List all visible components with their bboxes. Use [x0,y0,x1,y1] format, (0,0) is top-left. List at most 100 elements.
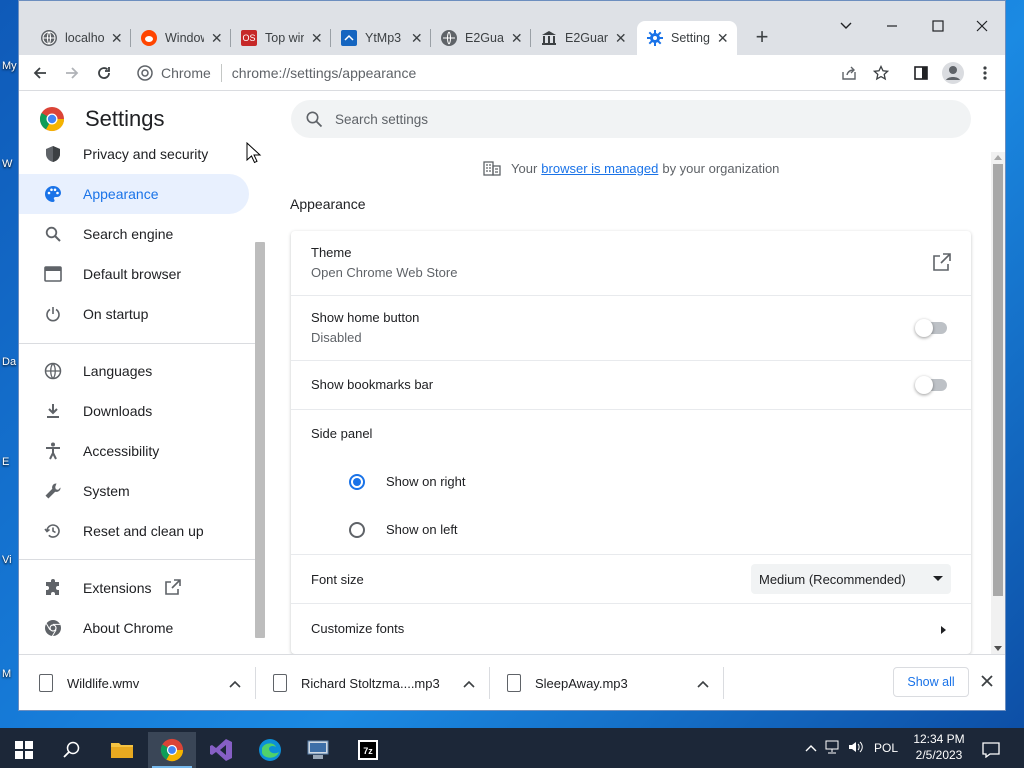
desktop-icon-label[interactable]: Da [2,356,16,368]
sidebar-item-search-engine[interactable]: Search engine [19,214,249,254]
radio-show-on-left[interactable] [349,522,365,538]
reload-button[interactable] [90,59,118,87]
settings-header: Settings [39,106,165,132]
tab-windows[interactable]: Windows ✕ [131,21,231,55]
edge-icon [259,739,281,761]
desktop-icon-label[interactable]: M [2,668,11,680]
chevron-up-icon[interactable] [459,676,479,691]
tab-localhost[interactable]: localhost ✕ [31,21,131,55]
sidebar-item-appearance[interactable]: Appearance [19,174,249,214]
customize-fonts-row[interactable]: Customize fonts [291,603,971,654]
menu-button[interactable] [971,59,999,87]
sidebar-item-privacy[interactable]: Privacy and security [19,134,249,174]
close-downloads-button[interactable] [977,671,997,691]
desktop-icon-label[interactable]: W [2,158,12,170]
bookmark-star-button[interactable] [867,59,895,87]
tab-top-win[interactable]: OS Top win ✕ [231,21,331,55]
sidebar-scrollbar[interactable] [255,242,265,638]
show-all-downloads-button[interactable]: Show all [893,667,969,697]
close-window-button[interactable] [959,11,1005,41]
sidebar-item-languages[interactable]: Languages [19,351,249,391]
star-icon [873,65,889,81]
gear-icon [647,30,663,46]
taskbar-search-button[interactable] [48,732,96,768]
sidebar-item-reset[interactable]: Reset and clean up [19,511,249,551]
close-icon[interactable]: ✕ [716,30,729,47]
side-panel-button[interactable] [907,59,935,87]
taskbar-7zip[interactable]: 7z [344,732,392,768]
chevron-up-icon[interactable] [802,741,820,755]
minimize-button[interactable] [869,11,915,41]
radio-label[interactable]: Show on right [386,474,466,489]
download-filename: Richard Stoltzma....mp3 [301,675,440,691]
tab-settings[interactable]: Settings ✕ [637,21,737,55]
back-button[interactable] [26,59,54,87]
radio-show-on-right[interactable] [349,474,365,490]
search-input[interactable] [335,111,935,127]
open-in-new-icon[interactable] [933,253,951,274]
radio-label[interactable]: Show on left [386,522,458,537]
url-text[interactable]: chrome://settings/appearance [232,65,416,81]
address-bar[interactable]: Chrome chrome://settings/appearance [129,58,939,88]
scroll-down-icon[interactable] [994,646,1002,651]
tab-e2guardian-1[interactable]: E2Guardian ✕ [431,21,531,55]
language-indicator[interactable]: POL [874,741,898,755]
network-icon[interactable] [820,740,844,757]
start-button[interactable] [0,732,48,768]
tab-e2guardian-2[interactable]: E2Guardian ✕ [531,21,635,55]
home-button-toggle[interactable] [915,319,947,337]
history-icon [43,521,63,541]
desktop-icon-label[interactable]: My [2,60,17,72]
taskbar-chrome[interactable] [148,732,196,768]
close-icon[interactable]: ✕ [614,30,627,47]
tab-search-button[interactable] [823,11,869,41]
desktop-icon-label[interactable]: E [2,456,9,468]
scroll-up-icon[interactable] [994,155,1002,160]
volume-icon[interactable] [844,740,868,757]
accessibility-icon [43,441,63,461]
new-tab-button[interactable]: + [750,25,774,49]
close-icon[interactable]: ✕ [510,30,523,47]
managed-link[interactable]: browser is managed [541,161,658,176]
sidebar-item-about[interactable]: About Chrome [19,608,249,648]
close-icon[interactable]: ✕ [110,30,123,47]
taskbar-edge[interactable] [246,732,294,768]
sidebar-item-accessibility[interactable]: Accessibility [19,431,249,471]
clock[interactable]: 12:34 PM 2/5/2023 [906,731,972,763]
forward-button[interactable] [58,59,86,87]
close-icon[interactable]: ✕ [410,30,423,47]
minimize-icon [887,25,897,27]
open-in-new-icon [165,578,182,598]
sidebar-item-downloads[interactable]: Downloads [19,391,249,431]
taskbar-network-app[interactable] [294,732,342,768]
theme-row[interactable]: Theme Open Chrome Web Store [291,231,971,295]
sidebar-item-system[interactable]: System [19,471,249,511]
chrome-window: localhost ✕ Windows ✕ OS Top win ✕ YtMp3… [18,0,1006,711]
chevron-up-icon[interactable] [225,676,245,691]
maximize-button[interactable] [915,11,961,41]
scrollbar-thumb[interactable] [993,164,1003,596]
close-icon[interactable]: ✕ [210,30,223,47]
profile-button[interactable] [939,59,967,87]
font-size-select[interactable]: Medium (Recommended) [751,564,951,594]
taskbar-visual-studio[interactable] [197,732,245,768]
download-item[interactable]: Richard Stoltzma....mp3 [273,663,479,703]
bookmarks-bar-toggle[interactable] [915,376,947,394]
download-item[interactable]: SleepAway.mp3 [507,663,713,703]
side-panel-label: Side panel [311,426,373,441]
main-scrollbar[interactable] [991,152,1005,654]
sidebar-item-extensions[interactable]: Extensions [19,568,249,608]
sidebar-item-on-startup[interactable]: On startup [19,294,249,334]
tab-ytmp3[interactable]: YtMp3 ✕ [331,21,431,55]
settings-search[interactable] [291,100,971,138]
7zip-icon: 7z [358,740,378,760]
taskbar-file-explorer[interactable] [98,732,146,768]
close-icon[interactable]: ✕ [310,30,323,47]
chevron-up-icon[interactable] [693,676,713,691]
desktop-icon-label[interactable]: Vi [2,554,12,566]
notifications-button[interactable] [968,732,1014,768]
sidebar-item-default-browser[interactable]: Default browser [19,254,249,294]
share-button[interactable] [835,59,863,87]
download-item[interactable]: Wildlife.wmv [39,663,245,703]
kebab-menu-icon [983,66,987,80]
